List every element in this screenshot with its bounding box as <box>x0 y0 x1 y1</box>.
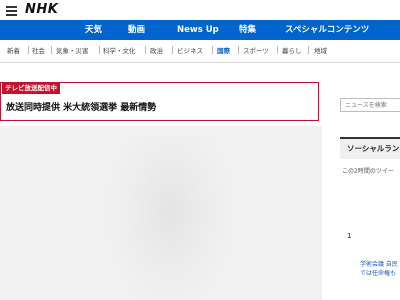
category-science-culture[interactable]: 科学・文化 <box>103 45 136 55</box>
ranking-item-link[interactable]: 学術会議 自民 <box>360 259 398 268</box>
category-new[interactable]: 新着 <box>7 45 20 55</box>
top-bar <box>0 0 400 20</box>
nav-item-weather[interactable]: 天気 <box>85 20 102 40</box>
category-divider <box>28 46 29 54</box>
nav-item-features[interactable]: 特集 <box>239 20 256 40</box>
live-title[interactable]: 放送同時提供 米大統領選挙 最新情勢 <box>6 100 156 113</box>
video-frame <box>110 136 230 300</box>
category-politics[interactable]: 政治 <box>150 45 163 55</box>
category-divider <box>145 46 146 54</box>
category-weather-disaster[interactable]: 気象・災害 <box>56 45 89 55</box>
ranking-item-link[interactable]: では任命権も <box>360 268 396 277</box>
category-living[interactable]: 暮らし <box>282 45 302 55</box>
category-international[interactable]: 国際 <box>217 45 230 55</box>
live-badge: テレビ放送配信中 <box>2 83 60 94</box>
category-divider <box>212 46 213 54</box>
category-business[interactable]: ビジネス <box>177 45 203 55</box>
category-divider <box>51 46 52 54</box>
category-nav: 新着 社会 気象・災害 科学・文化 政治 ビジネス 国際 スポーツ 暮らし 地域 <box>0 40 400 63</box>
nav-item-newsup[interactable]: News Up <box>177 20 219 40</box>
category-sports[interactable]: スポーツ <box>243 45 269 55</box>
category-society[interactable]: 社会 <box>32 45 45 55</box>
category-divider <box>308 46 309 54</box>
nav-item-special-contents[interactable]: スペシャルコンテンツ <box>285 20 369 40</box>
main-nav: 天気 動画 News Up 特集 スペシャルコンテンツ <box>0 20 400 40</box>
ranking-number: 1 <box>347 232 352 240</box>
category-divider <box>99 46 100 54</box>
category-region[interactable]: 地域 <box>314 45 327 55</box>
category-divider <box>238 46 239 54</box>
category-divider <box>277 46 278 54</box>
hamburger-menu-icon[interactable] <box>4 3 19 17</box>
social-ranking-subtitle: この2時間のツイー <box>342 168 394 175</box>
video-player[interactable] <box>0 126 322 300</box>
search-input[interactable] <box>340 98 400 112</box>
category-divider <box>172 46 173 54</box>
social-ranking-title: ソーシャルラン <box>347 144 400 153</box>
nhk-logo[interactable]: NHK <box>25 2 58 17</box>
nav-item-video[interactable]: 動画 <box>128 20 145 40</box>
